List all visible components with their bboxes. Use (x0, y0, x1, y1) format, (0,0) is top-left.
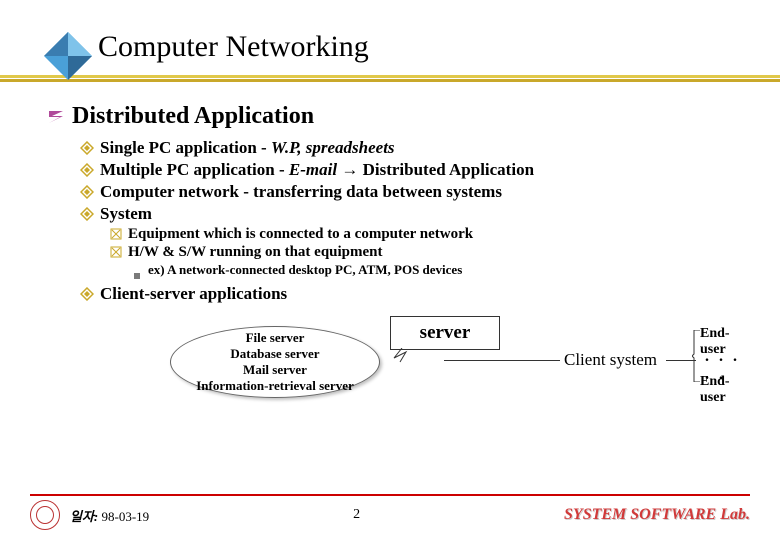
example-list: ex) A network-connected desktop PC, ATM,… (134, 262, 740, 278)
section-heading-row: Distributed Application (46, 103, 740, 130)
slide-title: Computer Networking (48, 30, 740, 64)
title-row: Computer Networking (48, 30, 740, 64)
slide: Computer Networking Distributed Applicat… (0, 0, 780, 540)
bullet-list: Single PC application - W.P, spreadsheet… (80, 138, 740, 304)
z-bullet-icon (46, 108, 66, 126)
y-bullet-icon (80, 185, 94, 199)
list-item: System (80, 204, 740, 224)
dot-bullet-icon (134, 273, 140, 279)
list-item: Equipment which is connected to a comput… (110, 226, 740, 243)
sub-bullet-list: Equipment which is connected to a comput… (110, 226, 740, 278)
bullet-text: Multiple PC application - E-mail → Distr… (100, 160, 534, 180)
list-item: Client-server applications (80, 284, 740, 304)
bullet-text: Client-server applications (100, 284, 287, 304)
y-bullet-icon (80, 163, 94, 177)
section-heading: Distributed Application (72, 103, 314, 130)
diamond-icon (40, 28, 96, 84)
callout-tail-icon (392, 348, 412, 364)
sub-bullet-text: Equipment which is connected to a comput… (128, 226, 473, 243)
list-item: Computer network - transferring data bet… (80, 182, 740, 202)
section: Distributed Application Single PC applic… (46, 103, 740, 304)
list-item: H/W & S/W running on that equipment (110, 244, 740, 261)
y-bullet-icon (80, 141, 94, 155)
y-bullet-icon (80, 207, 94, 221)
lab-name: SYSTEM SOFTWARE Lab. (564, 506, 750, 524)
page-number: 2 (353, 507, 360, 523)
list-item: Single PC application - W.P, spreadsheet… (80, 138, 740, 158)
server-callout: server (390, 316, 500, 350)
list-item: ex) A network-connected desktop PC, ATM,… (134, 262, 740, 278)
footer-row: 일자: 98-03-19 2 SYSTEM SOFTWARE Lab. (0, 500, 780, 530)
example-text: ex) A network-connected desktop PC, ATM,… (148, 262, 462, 278)
x-bullet-icon (110, 246, 122, 258)
bullet-text: Single PC application - W.P, spreadsheet… (100, 138, 395, 158)
list-item: Multiple PC application - E-mail → Distr… (80, 160, 740, 180)
bullet-text: System (100, 204, 152, 224)
bullet-text: Computer network - transferring data bet… (100, 182, 502, 202)
sub-bullet-text: H/W & S/W running on that equipment (128, 244, 383, 261)
footer: 일자: 98-03-19 2 SYSTEM SOFTWARE Lab. (0, 494, 780, 530)
date-field: 일자: 98-03-19 (70, 506, 149, 525)
server-list: File server Database server Mail server … (196, 330, 354, 395)
client-server-diagram: File server Database server Mail server … (40, 316, 740, 406)
footer-left: 일자: 98-03-19 (30, 500, 149, 530)
title-underline (0, 74, 780, 84)
client-system-label: Client system (564, 350, 657, 370)
connector-line (444, 360, 560, 361)
server-oval: File server Database server Mail server … (170, 326, 380, 398)
seal-icon (30, 500, 60, 530)
x-bullet-icon (110, 228, 122, 240)
y-bullet-icon (80, 287, 94, 301)
end-user-label: End-user (700, 374, 740, 406)
footer-divider (30, 494, 750, 496)
